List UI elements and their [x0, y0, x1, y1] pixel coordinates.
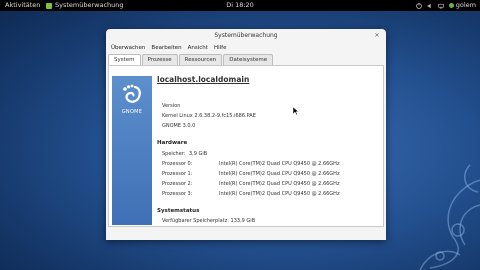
gnome-logo: GNOME [112, 76, 152, 225]
tab-processes[interactable]: Prozesse [141, 54, 178, 65]
close-icon[interactable]: ✕ [373, 32, 381, 40]
network-icon[interactable] [438, 3, 444, 9]
processor-row: Prozessor 2: Intel(R) Core(TM)2 Quad CPU … [162, 181, 340, 187]
processor-row: Prozessor 3: Intel(R) Core(TM)2 Quad CPU … [162, 191, 340, 197]
gnome-version: GNOME 3.0.0 [162, 123, 196, 129]
menu-edit[interactable]: Bearbeiten [148, 43, 184, 53]
hostname: localhost.localdomain [157, 75, 250, 84]
processor-label: Prozessor 3: [162, 191, 193, 197]
processor-value: Intel(R) Core(TM)2 Quad CPU Q9450 @ 2.66… [219, 181, 340, 187]
kernel-version: Kernel Linux 2.6.38.2-9.fc15.i686.PAE [162, 113, 256, 119]
gnome-logo-text: GNOME [121, 109, 143, 115]
system-monitor-window: Systemüberwachung ✕ Überwachen Bearbeite… [106, 29, 386, 240]
hardware-heading: Hardware [157, 140, 188, 146]
memory-row: Speicher: 3,9 GiB [162, 151, 207, 157]
status-area: golem [415, 0, 476, 11]
memory-label: Speicher: [162, 151, 186, 157]
window-bottom-bar [106, 228, 386, 240]
processor-row: Prozessor 0: Intel(R) Core(TM)2 Quad CPU … [162, 161, 340, 167]
menubar: Überwachen Bearbeiten Ansicht Hilfe [106, 43, 386, 53]
volume-icon[interactable] [427, 3, 433, 9]
memory-value: 3,9 GiB [189, 151, 208, 157]
processor-value: Intel(R) Core(TM)2 Quad CPU Q9450 @ 2.66… [219, 161, 340, 167]
menu-monitor[interactable]: Überwachen [108, 43, 148, 53]
accessibility-icon[interactable] [415, 2, 422, 9]
clock[interactable]: Di 18:20 [0, 0, 480, 11]
processor-row: Prozessor 1: Intel(R) Core(TM)2 Quad CPU … [162, 171, 340, 177]
user-status-icon [448, 3, 454, 8]
system-status-heading: Systemstatus [157, 208, 200, 214]
user-menu[interactable]: golem [448, 0, 476, 11]
user-name: golem [455, 1, 476, 9]
disk-free-space: Verfügbarer Speicherplatz: 133,9 GiB [162, 218, 256, 224]
menu-view[interactable]: Ansicht [185, 43, 211, 53]
gnome-foot-icon [123, 84, 141, 103]
mouse-pointer-icon [293, 107, 299, 115]
processor-label: Prozessor 2: [162, 181, 193, 187]
processor-value: Intel(R) Core(TM)2 Quad CPU Q9450 @ 2.66… [219, 171, 340, 177]
tab-resources[interactable]: Ressourcen [178, 54, 223, 65]
version-label: Version [162, 103, 181, 109]
window-titlebar[interactable]: Systemüberwachung ✕ [106, 29, 386, 43]
system-tab-content: GNOME localhost.localdomain Version Kern… [108, 65, 384, 227]
tab-bar: System Prozesse Ressourcen Dateisysteme [108, 54, 386, 66]
window-title: Systemüberwachung [214, 32, 278, 39]
tab-filesystems[interactable]: Dateisysteme [223, 54, 274, 65]
menu-help[interactable]: Hilfe [211, 43, 230, 53]
processor-label: Prozessor 1: [162, 171, 193, 177]
top-panel: Aktivitäten Systemüberwachung Di 18:20 g… [0, 0, 480, 11]
processor-label: Prozessor 0: [162, 161, 193, 167]
processor-value: Intel(R) Core(TM)2 Quad CPU Q9450 @ 2.66… [219, 191, 340, 197]
